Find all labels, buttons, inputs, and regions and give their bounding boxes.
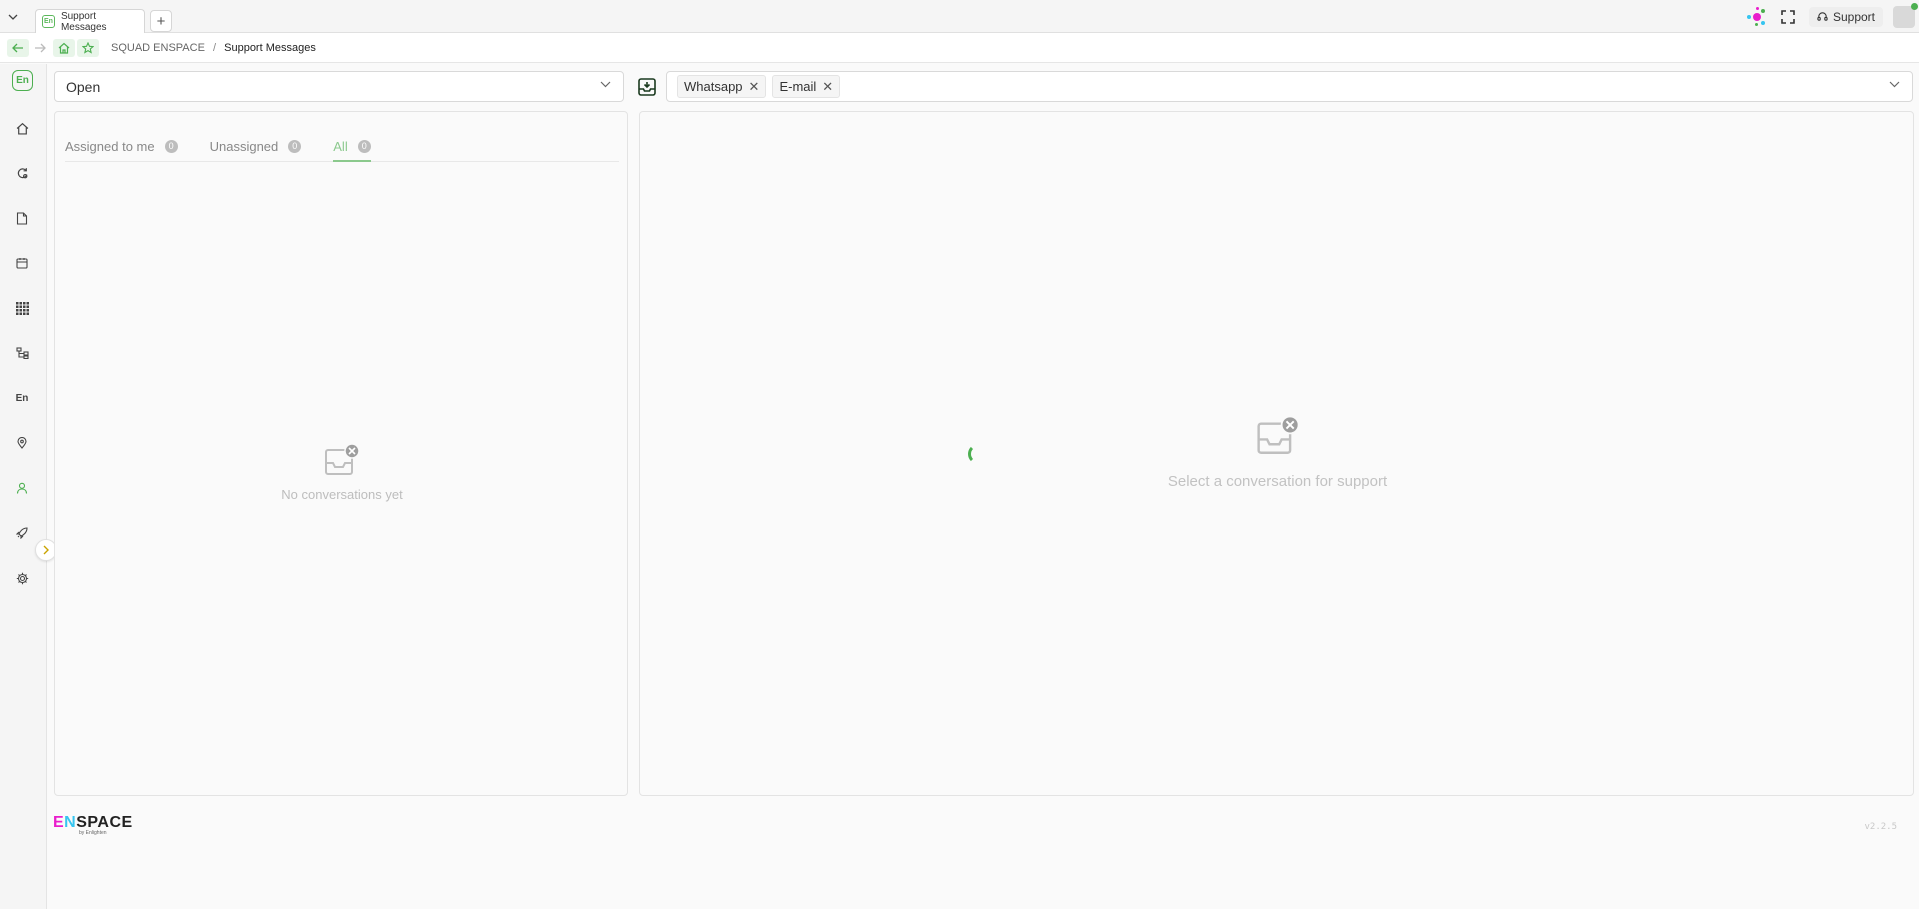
tab-title: Support Messages — [60, 10, 107, 33]
avatar[interactable] — [1893, 2, 1918, 28]
empty-state: Select a conversation for support — [640, 414, 1915, 490]
home-icon[interactable] — [12, 118, 32, 138]
online-status-dot — [1911, 2, 1918, 10]
browser-tab-bar: En Support Messages + Support — [0, 0, 1919, 33]
grid-icon[interactable] — [12, 298, 32, 318]
user-icon[interactable] — [12, 478, 32, 498]
tab-label: Unassigned — [209, 138, 279, 154]
channel-chip-whatsapp: Whatsapp ✕ — [677, 75, 767, 98]
forward-arrow-icon[interactable] — [29, 39, 51, 57]
breadcrumb-root[interactable]: SQUAD ENSPACE — [111, 42, 205, 54]
new-tab-button[interactable]: + — [150, 10, 172, 32]
chevron-down-icon — [600, 81, 611, 88]
breadcrumb-current: Support Messages — [224, 41, 316, 54]
sidebar-logo[interactable]: En — [12, 70, 33, 91]
app-logo-dots-icon[interactable] — [1745, 6, 1767, 28]
headset-icon — [1817, 12, 1828, 21]
hierarchy-icon[interactable] — [12, 343, 32, 363]
count-badge: 0 — [357, 139, 371, 153]
version-label: v2.2.5 — [1864, 822, 1897, 832]
conversation-list-panel: Assigned to me 0 Unassigned 0 All 0 No c… — [54, 111, 628, 796]
chevron-down-icon — [1889, 81, 1900, 88]
remove-chip-icon[interactable]: ✕ — [822, 79, 833, 95]
support-label: Support — [1832, 9, 1875, 24]
breadcrumb-separator: / — [213, 41, 217, 54]
remove-chip-icon[interactable]: ✕ — [749, 79, 760, 95]
tab-list-chevron-icon[interactable] — [6, 11, 20, 23]
empty-state-text: Select a conversation for support — [1167, 473, 1388, 490]
star-icon[interactable] — [77, 38, 99, 57]
tab-unassigned[interactable]: Unassigned 0 — [210, 131, 302, 161]
channel-multiselect[interactable]: Whatsapp ✕ E-mail ✕ — [666, 71, 1913, 102]
breadcrumb: SQUAD ENSPACE / Support Messages — [111, 42, 316, 54]
tab-assigned-to-me[interactable]: Assigned to me 0 — [65, 131, 178, 161]
inbox-download-icon[interactable] — [638, 78, 656, 96]
back-arrow-icon[interactable] — [7, 38, 29, 57]
empty-state-text: No conversations yet — [281, 487, 403, 502]
count-badge: 0 — [164, 139, 178, 153]
tab-all[interactable]: All 0 — [333, 131, 372, 162]
home-icon[interactable] — [53, 38, 75, 57]
tab-label: Assigned to me — [65, 138, 155, 154]
browser-tab[interactable]: En Support Messages — [35, 9, 145, 33]
empty-state: No conversations yet — [55, 442, 629, 502]
address-bar: SQUAD ENSPACE / Support Messages — [0, 33, 1919, 63]
tab-label: All — [333, 138, 348, 154]
status-select[interactable]: Open — [54, 71, 624, 102]
rocket-icon[interactable] — [12, 523, 32, 543]
en-text-icon[interactable]: En — [12, 388, 32, 408]
calendar-icon[interactable] — [12, 253, 32, 273]
refresh-settings-icon[interactable] — [12, 163, 32, 183]
support-button[interactable]: Support — [1808, 6, 1883, 27]
empty-inbox-icon — [1256, 415, 1299, 454]
favicon-icon: En — [42, 15, 55, 28]
brand-logo: ENSPACE by Enlighten — [53, 814, 133, 836]
channel-chip-label: E-mail — [779, 79, 817, 94]
count-badge: 0 — [288, 139, 302, 153]
channel-chip-email: E-mail ✕ — [772, 75, 841, 98]
location-icon[interactable] — [12, 433, 32, 453]
conversation-detail-panel: Select a conversation for support — [639, 111, 1914, 796]
fullscreen-icon[interactable] — [1781, 9, 1795, 24]
channel-chip-label: Whatsapp — [684, 79, 743, 94]
sidebar: En En — [0, 64, 57, 909]
gear-icon[interactable] — [12, 568, 32, 588]
conversation-tabs: Assigned to me 0 Unassigned 0 All 0 — [65, 122, 619, 162]
document-icon[interactable] — [12, 208, 32, 228]
empty-inbox-icon — [325, 443, 360, 475]
status-select-value: Open — [66, 78, 101, 95]
